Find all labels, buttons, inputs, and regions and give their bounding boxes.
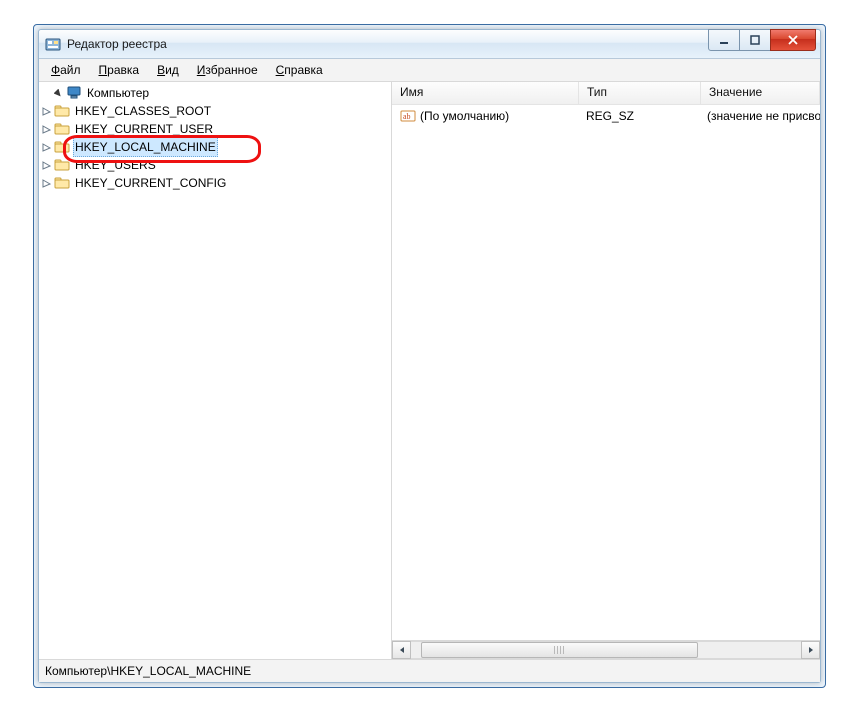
collapse-icon[interactable] [53, 88, 64, 99]
h-scrollbar[interactable] [392, 640, 820, 659]
tree-node-label: HKEY_CURRENT_CONFIG [73, 174, 228, 192]
scroll-track[interactable] [411, 641, 801, 659]
value-name: (По умолчанию) [420, 109, 509, 123]
menu-file[interactable]: Файл [43, 61, 89, 79]
tree-node-hkcr[interactable]: HKEY_CLASSES_ROOT [41, 102, 391, 120]
expand-icon[interactable] [41, 124, 52, 135]
column-headers: Имя Тип Значение [392, 82, 820, 105]
menu-favorites[interactable]: Избранное [189, 61, 266, 79]
scroll-thumb[interactable] [421, 642, 698, 658]
value-type: REG_SZ [578, 109, 699, 123]
folder-icon [54, 157, 70, 173]
tree-node-label: HKEY_USERS [73, 156, 158, 174]
tree-node-label: HKEY_LOCAL_MACHINE [73, 137, 218, 157]
col-header-value[interactable]: Значение [701, 82, 820, 104]
menu-edit[interactable]: Правка [91, 61, 148, 79]
scroll-left-button[interactable] [392, 641, 411, 659]
registry-tree: Компьютер HKEY_CLASSES_ROOT [41, 84, 391, 192]
value-data: (значение не присво [699, 109, 820, 123]
tree-node-hkcc[interactable]: HKEY_CURRENT_CONFIG [41, 174, 391, 192]
computer-icon [66, 85, 82, 101]
titlebar[interactable]: Редактор реестра [39, 30, 820, 59]
tree-node-label: Компьютер [85, 84, 151, 102]
expand-icon[interactable] [41, 106, 52, 117]
expand-icon[interactable] [41, 160, 52, 171]
minimize-button[interactable] [708, 29, 740, 51]
folder-icon [54, 139, 70, 155]
values-list[interactable]: ab (По умолчанию) REG_SZ (значение не пр… [392, 105, 820, 640]
menu-view[interactable]: Вид [149, 61, 187, 79]
col-header-type[interactable]: Тип [579, 82, 701, 104]
scroll-right-button[interactable] [801, 641, 820, 659]
maximize-button[interactable] [739, 29, 771, 51]
tree-pane[interactable]: Компьютер HKEY_CLASSES_ROOT [39, 82, 392, 659]
list-item[interactable]: ab (По умолчанию) REG_SZ (значение не пр… [392, 105, 820, 125]
menubar: Файл Правка Вид Избранное Справка [39, 59, 820, 82]
window-title: Редактор реестра [67, 37, 167, 51]
regedit-window: Редактор реестра Файл Правка Вид Избранн… [38, 29, 821, 683]
svg-text:ab: ab [403, 112, 411, 121]
folder-icon [54, 103, 70, 119]
window-controls [709, 29, 816, 51]
close-button[interactable] [770, 29, 816, 51]
tree-node-label: HKEY_CLASSES_ROOT [73, 102, 213, 120]
content-area: Компьютер HKEY_CLASSES_ROOT [39, 82, 820, 659]
tree-node-hkcu[interactable]: HKEY_CURRENT_USER [41, 120, 391, 138]
folder-icon [54, 121, 70, 137]
statusbar: Компьютер\HKEY_LOCAL_MACHINE [39, 659, 820, 682]
tree-node-label: HKEY_CURRENT_USER [73, 120, 215, 138]
string-value-icon: ab [400, 108, 416, 124]
tree-node-hku[interactable]: HKEY_USERS [41, 156, 391, 174]
tree-node-hklm[interactable]: HKEY_LOCAL_MACHINE [41, 138, 391, 156]
tree-root-computer[interactable]: Компьютер [41, 84, 391, 102]
col-header-name[interactable]: Имя [392, 82, 579, 104]
statusbar-path: Компьютер\HKEY_LOCAL_MACHINE [45, 664, 251, 678]
folder-icon [54, 175, 70, 191]
regedit-icon [45, 36, 61, 52]
values-pane: Имя Тип Значение ab (По умолчанию) REG_S… [392, 82, 820, 659]
expand-icon[interactable] [41, 178, 52, 189]
expand-icon[interactable] [41, 142, 52, 153]
menu-help[interactable]: Справка [268, 61, 331, 79]
